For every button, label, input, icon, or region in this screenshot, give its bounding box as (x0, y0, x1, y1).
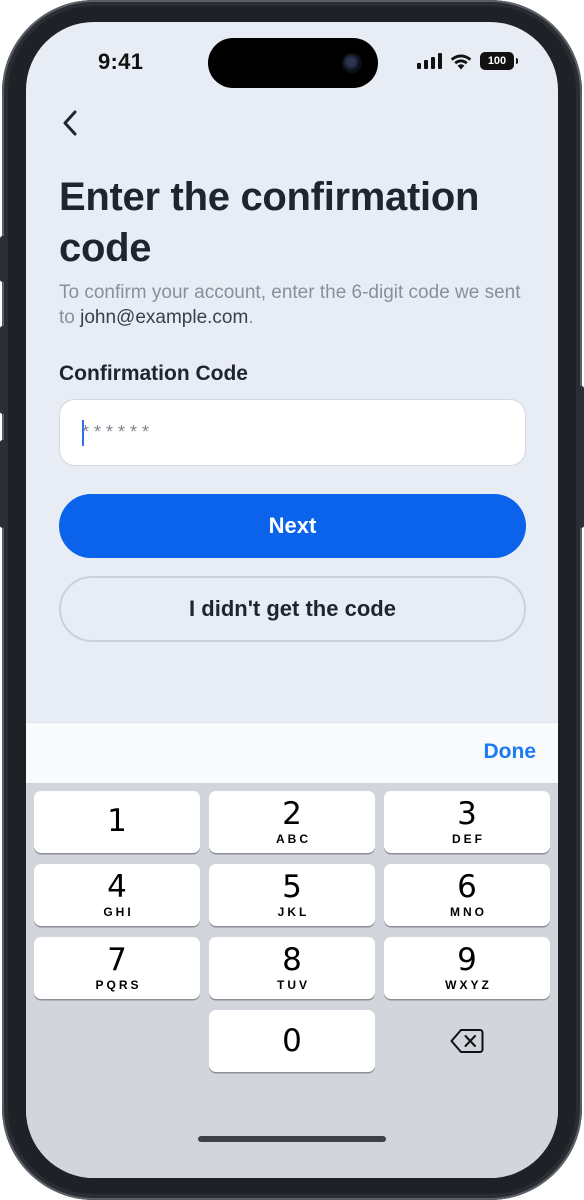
dynamic-island (208, 38, 378, 88)
volume-up-button (0, 326, 5, 414)
battery-level: 100 (487, 55, 507, 67)
key-5[interactable]: 5 JKL (209, 864, 375, 926)
key-3[interactable]: 3 DEF (384, 791, 550, 853)
key-digit: 5 (282, 869, 302, 905)
delete-key[interactable] (384, 1010, 550, 1072)
key-4[interactable]: 4 GHI (34, 864, 200, 926)
key-7[interactable]: 7 PQRS (34, 937, 200, 999)
battery-icon: 100 (480, 52, 518, 70)
backspace-icon (450, 1029, 484, 1053)
key-digit: 7 (107, 942, 127, 978)
cellular-signal-icon (417, 53, 442, 69)
subtitle-suffix: . (248, 307, 254, 328)
camera-icon (342, 53, 362, 73)
chevron-left-icon (63, 110, 77, 136)
key-letters: MNO (450, 905, 487, 919)
key-digit: 2 (282, 796, 302, 832)
key-digit: 6 (457, 869, 477, 905)
screen: 9:41 100 Enter the confirmation code To … (26, 22, 558, 1178)
email-address: john@example.com (80, 307, 249, 328)
key-digit: 1 (107, 803, 127, 839)
done-button[interactable]: Done (484, 740, 537, 764)
home-indicator (198, 1136, 386, 1142)
key-letters: JKL (277, 905, 310, 919)
next-button[interactable]: Next (59, 494, 526, 558)
key-letters: ABC (276, 832, 311, 846)
key-digit: 8 (282, 942, 302, 978)
status-icons: 100 (417, 52, 518, 70)
power-button (579, 386, 584, 528)
page-subtitle: To confirm your account, enter the 6-dig… (59, 280, 529, 330)
key-letters: WXYZ (445, 978, 492, 992)
key-digit: 4 (107, 869, 127, 905)
key-letters: TUV (277, 978, 310, 992)
volume-down-button (0, 440, 5, 528)
action-button (0, 236, 5, 282)
code-placeholder: ****** (82, 422, 155, 442)
key-digit: 9 (457, 942, 477, 978)
key-9[interactable]: 9 WXYZ (384, 937, 550, 999)
key-6[interactable]: 6 MNO (384, 864, 550, 926)
key-2[interactable]: 2 ABC (209, 791, 375, 853)
key-letters: DEF (452, 832, 485, 846)
key-letters: PQRS (95, 978, 142, 992)
numeric-keyboard: Done 1 2 ABC 3 DEF 4 GHI 5 JKL 6 MNO 7 P… (26, 722, 558, 1178)
status-time: 9:41 (98, 49, 144, 74)
key-letters: GHI (103, 905, 134, 919)
confirmation-code-input[interactable]: ****** (59, 399, 526, 466)
confirmation-code-label: Confirmation Code (59, 362, 248, 385)
wifi-icon (450, 54, 472, 69)
key-0[interactable]: 0 (209, 1010, 375, 1072)
key-digit: 3 (457, 796, 477, 832)
key-8[interactable]: 8 TUV (209, 937, 375, 999)
keyboard-accessory-bar: Done (26, 722, 558, 783)
back-button[interactable] (56, 108, 84, 138)
key-1[interactable]: 1 (34, 791, 200, 853)
key-digit: 0 (282, 1023, 302, 1059)
page-title: Enter the confirmation code (59, 175, 480, 270)
resend-code-button[interactable]: I didn't get the code (59, 576, 526, 642)
